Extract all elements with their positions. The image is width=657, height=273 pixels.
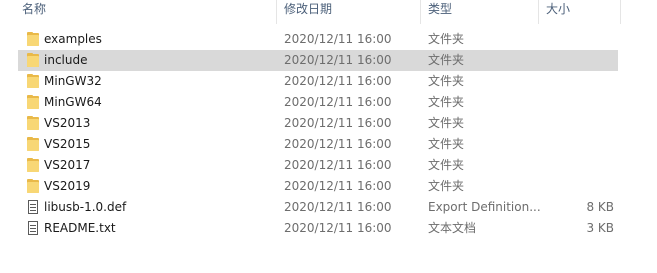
file-row[interactable]: VS2015 2020/12/11 16:00 文件夹	[18, 134, 618, 155]
file-type: 文件夹	[428, 116, 465, 130]
file-icon	[27, 200, 41, 215]
folder-icon	[27, 95, 41, 110]
file-icon	[27, 221, 41, 236]
file-modified-date: 2020/12/11 16:00	[284, 179, 392, 193]
column-header-type[interactable]: 类型	[428, 0, 452, 21]
file-row[interactable]: MinGW64 2020/12/11 16:00 文件夹	[18, 92, 618, 113]
file-row[interactable]: README.txt 2020/12/11 16:00 文本文档 3 KB	[18, 218, 618, 239]
file-size: 3 KB	[586, 221, 614, 235]
file-name: VS2019	[44, 179, 91, 193]
file-row[interactable]: VS2019 2020/12/11 16:00 文件夹	[18, 176, 618, 197]
file-modified-date: 2020/12/11 16:00	[284, 116, 392, 130]
file-name: examples	[44, 32, 102, 46]
folder-icon	[27, 137, 41, 152]
column-header: 名称 修改日期 类型 大小	[0, 0, 657, 24]
file-name: MinGW64	[44, 95, 102, 109]
file-type: Export Definition...	[428, 200, 541, 214]
folder-icon	[27, 74, 41, 89]
folder-icon	[27, 179, 41, 194]
column-header-date[interactable]: 修改日期	[284, 0, 332, 21]
file-modified-date: 2020/12/11 16:00	[284, 137, 392, 151]
file-type: 文件夹	[428, 179, 465, 193]
column-divider[interactable]	[276, 0, 277, 24]
file-modified-date: 2020/12/11 16:00	[284, 158, 392, 172]
file-type: 文件夹	[428, 32, 465, 46]
file-name: include	[44, 53, 88, 67]
file-modified-date: 2020/12/11 16:00	[284, 74, 392, 88]
file-name: libusb-1.0.def	[44, 200, 127, 214]
column-divider[interactable]	[620, 0, 621, 24]
file-row[interactable]: include 2020/12/11 16:00 文件夹	[18, 50, 618, 71]
column-divider[interactable]	[538, 0, 539, 24]
file-type: 文件夹	[428, 53, 465, 67]
file-name: README.txt	[44, 221, 116, 235]
file-type: 文件夹	[428, 74, 465, 88]
file-name: VS2015	[44, 137, 91, 151]
file-row[interactable]: MinGW32 2020/12/11 16:00 文件夹	[18, 71, 618, 92]
file-row[interactable]: libusb-1.0.def 2020/12/11 16:00 Export Def…	[18, 197, 618, 218]
column-header-name[interactable]: 名称	[22, 0, 46, 21]
file-modified-date: 2020/12/11 16:00	[284, 200, 392, 214]
file-modified-date: 2020/12/11 16:00	[284, 221, 392, 235]
file-type: 文本文档	[428, 221, 477, 235]
file-name: VS2013	[44, 116, 91, 130]
column-divider[interactable]	[420, 0, 421, 24]
file-row[interactable]: VS2017 2020/12/11 16:00 文件夹	[18, 155, 618, 176]
file-row[interactable]: examples 2020/12/11 16:00 文件夹	[18, 29, 618, 50]
file-modified-date: 2020/12/11 16:00	[284, 95, 392, 109]
file-name: VS2017	[44, 158, 91, 172]
file-type: 文件夹	[428, 95, 465, 109]
file-name: MinGW32	[44, 74, 102, 88]
file-size: 8 KB	[586, 200, 614, 214]
file-type: 文件夹	[428, 137, 465, 151]
folder-icon	[27, 32, 41, 47]
folder-icon	[27, 116, 41, 131]
folder-icon	[27, 158, 41, 173]
file-modified-date: 2020/12/11 16:00	[284, 53, 392, 67]
folder-icon	[27, 53, 41, 68]
file-type: 文件夹	[428, 158, 465, 172]
file-row[interactable]: VS2013 2020/12/11 16:00 文件夹	[18, 113, 618, 134]
column-header-size[interactable]: 大小	[546, 0, 570, 21]
file-modified-date: 2020/12/11 16:00	[284, 32, 392, 46]
